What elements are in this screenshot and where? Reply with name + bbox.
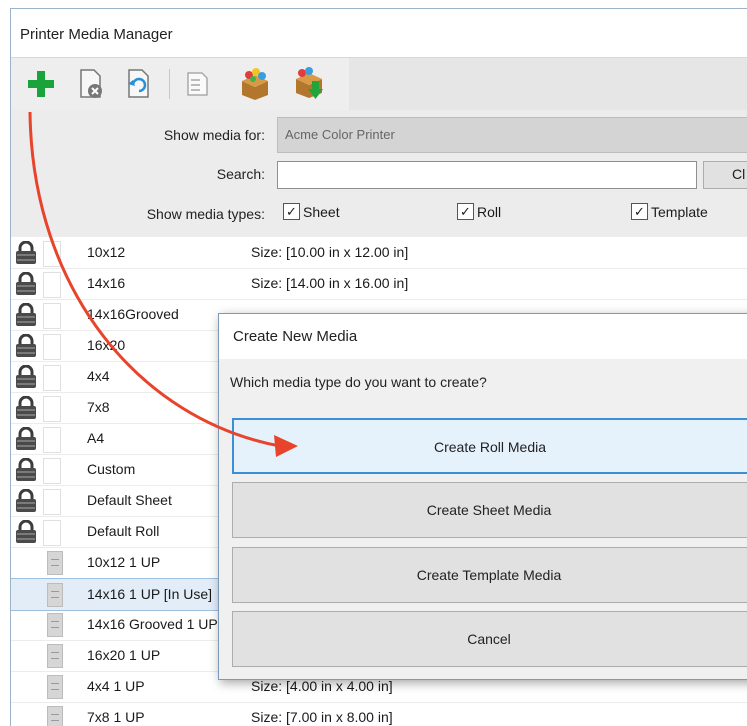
clear-search-label: Cl	[732, 166, 746, 182]
create-template-media-label: Create Template Media	[416, 567, 562, 583]
media-row-status-cell	[43, 458, 61, 484]
media-row-name: 14x16	[87, 275, 126, 291]
lock-icon	[16, 520, 36, 543]
template-checkbox-label: Template	[651, 203, 708, 220]
media-row-size: Size: [7.00 in x 8.00 in]	[251, 709, 393, 725]
media-row-name: 10x12	[87, 244, 126, 260]
media-row-status-cell	[43, 427, 61, 453]
media-row[interactable]: 10x12 Size: [10.00 in x 12.00 in]	[11, 237, 747, 269]
template-checkbox[interactable]: ✓ Template	[631, 203, 708, 220]
check-icon: ✓	[631, 203, 648, 220]
media-row-name: A4	[87, 430, 105, 446]
create-sheet-media-label: Create Sheet Media	[426, 502, 552, 518]
lock-icon	[16, 396, 36, 419]
media-row-status-cell	[43, 365, 61, 391]
lock-icon	[16, 489, 36, 512]
import-package-icon	[242, 68, 268, 100]
document-icon	[47, 644, 63, 668]
lock-icon	[16, 241, 36, 264]
roll-checkbox[interactable]: ✓ Roll	[457, 203, 501, 220]
title-bar: Printer Media Manager	[11, 9, 747, 57]
check-icon: ✓	[457, 203, 474, 220]
delete-media-icon	[80, 69, 102, 98]
media-row-name: 16x20 1 UP	[87, 647, 161, 663]
media-row-name: 16x20	[87, 337, 126, 353]
media-row-status-cell	[43, 272, 61, 298]
properties-icon	[187, 72, 208, 96]
dialog-title-bar: Create New Media	[219, 314, 747, 359]
media-row-name: 4x4	[87, 368, 110, 384]
lock-icon	[16, 334, 36, 357]
roll-checkbox-label: Roll	[477, 203, 502, 220]
document-icon	[47, 706, 63, 726]
toolbar-button-group	[11, 58, 349, 110]
create-roll-media-button[interactable]: Create Roll Media	[232, 418, 747, 474]
create-template-media-button[interactable]: Create Template Media	[232, 547, 747, 603]
lock-icon	[16, 365, 36, 388]
toolbar	[11, 57, 747, 111]
sheet-checkbox-label: Sheet	[303, 203, 340, 220]
search-input[interactable]	[277, 161, 697, 189]
filter-panel: Show media for: Acme Color Printer Searc…	[11, 110, 747, 237]
refresh-media-button[interactable]	[119, 66, 155, 102]
lock-icon	[16, 303, 36, 326]
printer-select-value: Acme Color Printer	[285, 127, 395, 142]
media-row-name: Default Sheet	[87, 492, 172, 508]
media-row-status-cell	[43, 334, 61, 360]
create-new-media-dialog: Create New Media Which media type do you…	[218, 313, 747, 680]
toolbar-separator	[169, 69, 170, 99]
media-row-name: 14x16 Grooved 1 UP	[87, 616, 218, 632]
media-row-status-cell	[43, 489, 61, 515]
refresh-media-icon	[128, 69, 149, 98]
media-row-name: 4x4 1 UP	[87, 678, 145, 694]
create-sheet-media-button[interactable]: Create Sheet Media	[232, 482, 747, 538]
sheet-checkbox[interactable]: ✓ Sheet	[283, 203, 340, 220]
media-row-name: 7x8	[87, 399, 110, 415]
media-row-status-cell	[43, 241, 61, 267]
add-icon	[28, 71, 54, 97]
media-row-status-cell	[43, 303, 61, 329]
create-roll-media-label: Create Roll Media	[433, 439, 547, 455]
check-icon: ✓	[283, 203, 300, 220]
media-row-size: Size: [14.00 in x 16.00 in]	[251, 275, 409, 291]
dialog-question: Which media type do you want to create?	[230, 374, 487, 390]
printer-select[interactable]: Acme Color Printer	[277, 117, 747, 153]
media-row-name: Custom	[87, 461, 136, 477]
export-package-icon	[296, 67, 323, 99]
lock-icon	[16, 427, 36, 450]
media-row-size: Size: [4.00 in x 4.00 in]	[251, 678, 393, 694]
document-icon	[47, 551, 63, 575]
delete-media-button[interactable]	[73, 66, 109, 102]
cancel-button[interactable]: Cancel	[232, 611, 747, 667]
document-icon	[47, 613, 63, 637]
clear-search-button[interactable]: Cl	[703, 161, 747, 189]
document-icon	[47, 675, 63, 699]
export-media-package-button[interactable]	[291, 66, 327, 102]
media-row[interactable]: 14x16 Size: [14.00 in x 16.00 in]	[11, 268, 747, 300]
media-row-status-cell	[43, 396, 61, 422]
dialog-title: Create New Media	[233, 328, 358, 345]
document-icon	[47, 583, 63, 607]
media-row[interactable]: 7x8 1 UP Size: [7.00 in x 8.00 in]	[11, 702, 747, 726]
media-types-label: Show media types:	[146, 206, 265, 222]
search-label: Search:	[216, 166, 265, 182]
media-row-name: 14x16 1 UP [In Use]	[87, 586, 213, 602]
media-row-size: Size: [10.00 in x 12.00 in]	[251, 244, 409, 260]
media-row-name: 7x8 1 UP	[87, 709, 145, 725]
media-row-name: Default Roll	[87, 523, 160, 539]
import-media-package-button[interactable]	[237, 66, 273, 102]
media-properties-button[interactable]	[179, 66, 215, 102]
media-row-status-cell	[43, 520, 61, 546]
cancel-label: Cancel	[467, 631, 511, 647]
add-media-button[interactable]	[23, 66, 59, 102]
window-title: Printer Media Manager	[20, 26, 173, 43]
media-row-name: 14x16Grooved	[87, 306, 179, 322]
lock-icon	[16, 272, 36, 295]
show-media-for-label: Show media for:	[163, 127, 265, 143]
media-row-name: 10x12 1 UP	[87, 554, 161, 570]
lock-icon	[16, 458, 36, 481]
